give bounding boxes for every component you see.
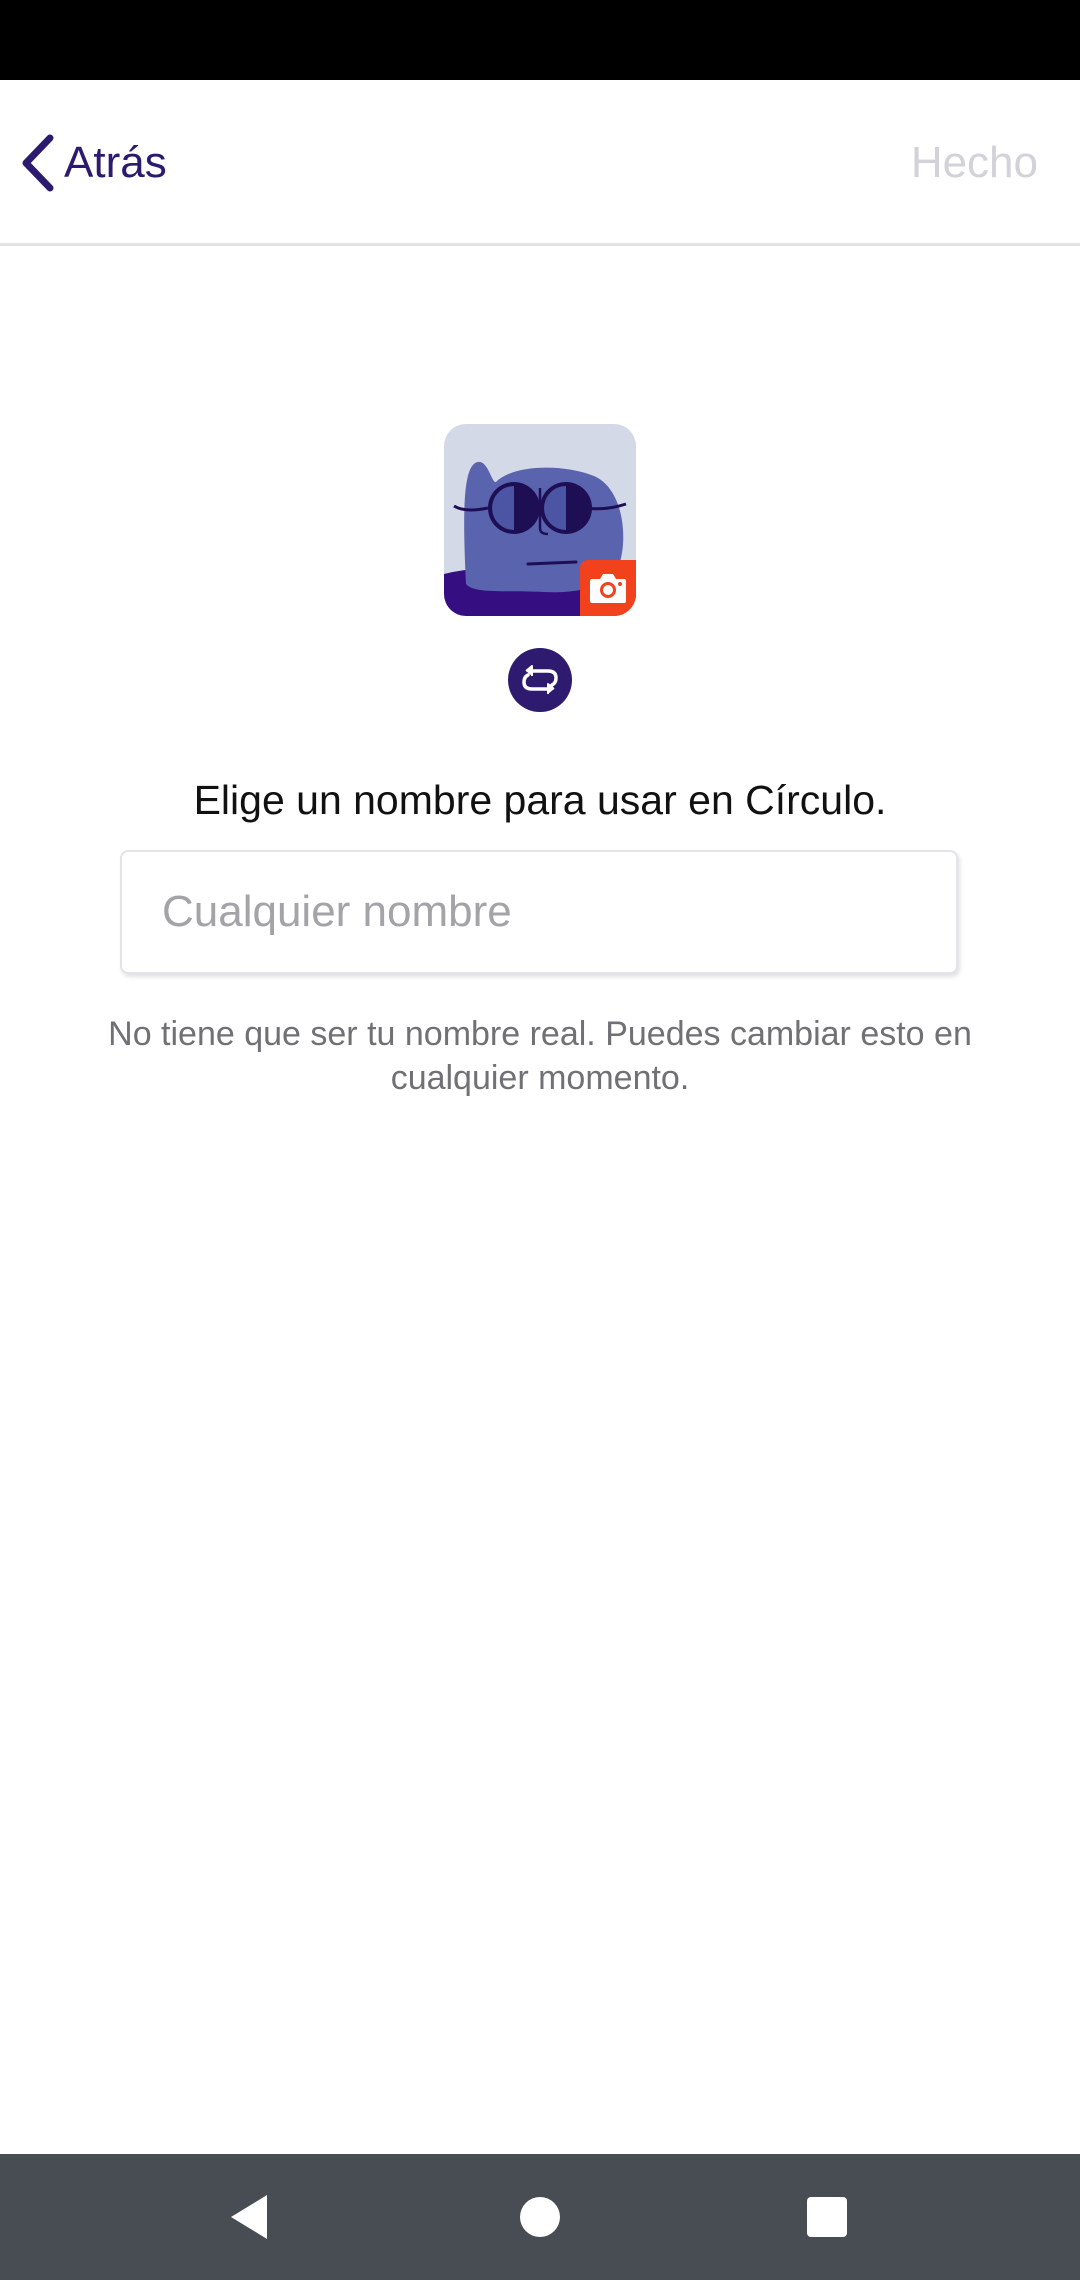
screen: Atrás Hecho Elige un nombre para usar en… xyxy=(0,0,1080,2280)
nav-recents-button[interactable] xyxy=(794,2184,860,2250)
top-bar: Atrás Hecho xyxy=(0,80,1080,246)
name-hint: No tiene que ser tu nombre real. Puedes … xyxy=(108,1015,972,1097)
back-label: Atrás xyxy=(64,138,167,187)
done-button[interactable]: Hecho xyxy=(911,132,1038,194)
name-input[interactable] xyxy=(120,850,958,974)
system-nav-bar xyxy=(0,2154,1080,2280)
nav-back-icon xyxy=(231,2195,267,2239)
nav-home-icon xyxy=(520,2197,560,2237)
nav-recents-icon xyxy=(807,2197,847,2237)
status-bar xyxy=(0,0,1080,80)
camera-icon xyxy=(590,574,626,603)
camera-button[interactable] xyxy=(580,560,636,616)
back-button[interactable]: Atrás xyxy=(18,132,167,194)
shuffle-avatar-button[interactable] xyxy=(508,648,572,712)
shuffle-icon xyxy=(522,665,558,694)
nav-home-button[interactable] xyxy=(507,2184,573,2250)
nav-back-button[interactable] xyxy=(216,2184,282,2250)
name-prompt: Elige un nombre para usar en Círculo. xyxy=(193,777,887,823)
chevron-left-icon xyxy=(22,134,54,192)
avatar-container[interactable] xyxy=(444,424,636,616)
